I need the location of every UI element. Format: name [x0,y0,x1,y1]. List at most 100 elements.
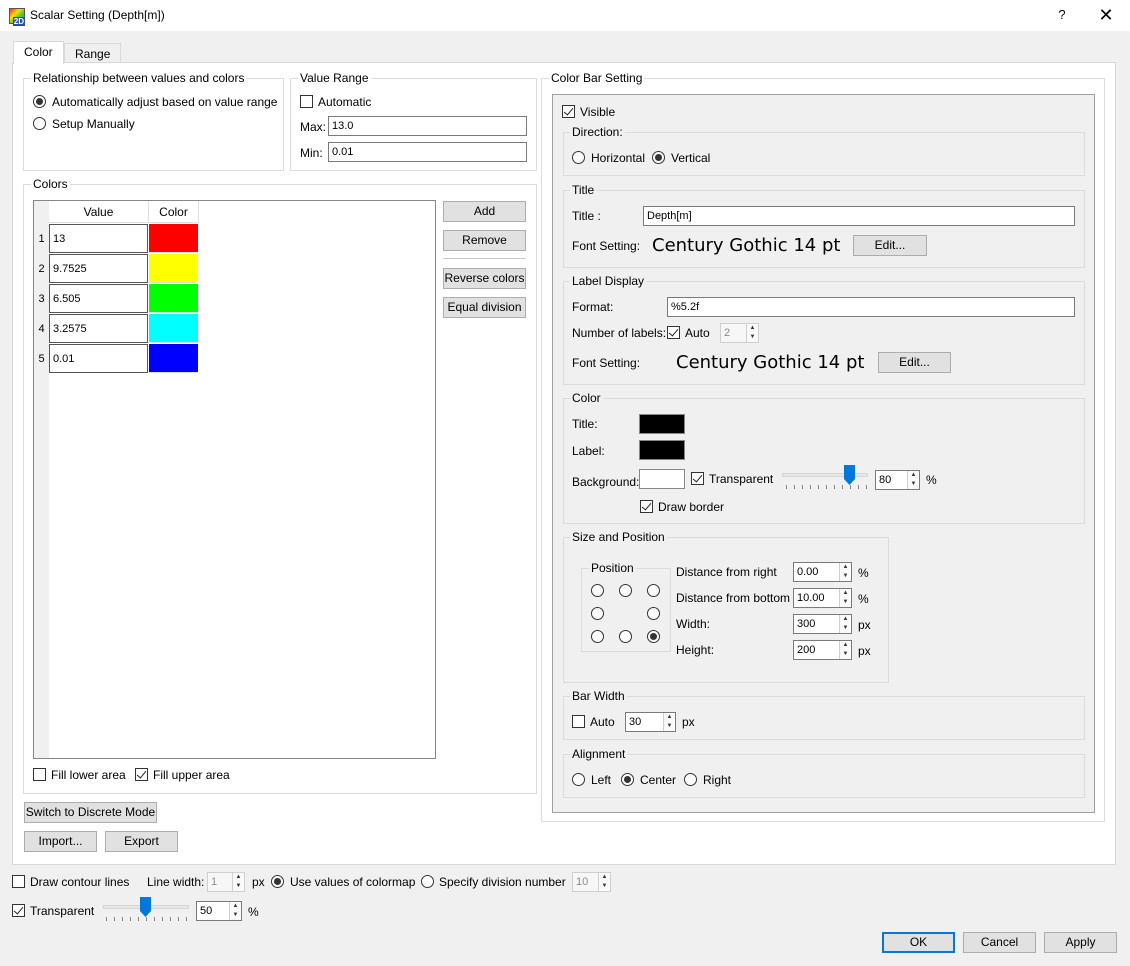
reverse-colors-button[interactable]: Reverse colors [443,268,526,289]
row-value-cell[interactable]: 3.2575 [49,314,148,343]
background-color-swatch[interactable] [639,469,685,489]
title-color-swatch[interactable] [639,414,685,434]
title-group [563,190,1085,268]
slider-tick [114,917,115,921]
row-index: 3 [38,293,45,305]
width-spinner[interactable]: ▲ ▼ [839,615,851,633]
vertical-label: Vertical [671,151,711,165]
help-button[interactable]: ? [1052,4,1072,26]
bar-width-auto-checkbox[interactable] [572,715,585,728]
transparent-checkbox[interactable] [12,904,25,917]
import-button[interactable]: Import... [24,831,97,852]
align-center-radio[interactable] [621,773,634,786]
row-value-cell[interactable]: 6.505 [49,284,148,313]
position-top-right-radio[interactable] [647,584,660,597]
row-color-cell[interactable] [149,284,198,313]
position-bottom-left-radio[interactable] [591,630,604,643]
visible-checkbox[interactable] [562,105,575,118]
height-spinner[interactable]: ▲ ▼ [839,641,851,659]
dist-bottom-spinner[interactable]: ▲ ▼ [839,589,851,607]
num-labels-auto-label: Auto [685,326,710,340]
cancel-button[interactable]: Cancel [963,932,1036,953]
row-color-cell[interactable] [149,314,198,343]
contour-lines-checkbox[interactable] [12,875,25,888]
label-font-label: Font Setting: [572,356,641,370]
transparency-spinner[interactable]: ▲ ▼ [229,902,241,920]
row-value-cell[interactable]: 0.01 [49,344,148,373]
format-input[interactable]: %5.2f [667,297,1075,317]
value-column-header[interactable]: Value [49,201,149,223]
colors-title: Colors [31,177,70,191]
row-index: 2 [38,263,45,275]
tab-color[interactable]: Color [13,41,64,64]
transparency-thumb[interactable] [140,897,151,917]
position-middle-right-radio[interactable] [647,607,660,620]
line-width-spinner[interactable]: ▲ ▼ [232,873,244,891]
equal-division-button[interactable]: Equal division [443,297,526,318]
min-input[interactable]: 0.01 [328,142,527,162]
align-left-radio[interactable] [572,773,585,786]
dist-right-spinner[interactable]: ▲ ▼ [839,563,851,581]
row-value-cell[interactable]: 13 [49,224,148,253]
color-column-header[interactable]: Color [149,201,199,223]
title-font-edit-button[interactable]: Edit... [853,235,927,256]
row-color-cell[interactable] [149,254,198,283]
draw-border-checkbox[interactable] [640,500,653,513]
fill-lower-checkbox[interactable] [33,768,46,781]
auto-adjust-radio[interactable] [33,95,46,108]
num-labels-spinner[interactable]: ▲ ▼ [746,324,758,342]
division-number-spinner[interactable]: ▲ ▼ [598,873,610,891]
use-colormap-radio[interactable] [271,875,284,888]
position-middle-left-radio[interactable] [591,607,604,620]
vertical-radio[interactable] [652,151,665,164]
setup-manually-radio[interactable] [33,117,46,130]
horizontal-radio[interactable] [572,151,585,164]
export-button[interactable]: Export [105,831,178,852]
remove-button[interactable]: Remove [443,230,526,251]
row-color-cell[interactable] [149,344,198,373]
specify-division-label: Specify division number [439,875,566,889]
colorbar-transparency-spinner[interactable]: ▲ ▼ [907,471,919,489]
title-input[interactable]: Depth[m] [643,206,1075,226]
label-color-swatch[interactable] [639,440,685,460]
num-labels-label: Number of labels: [572,326,667,340]
fill-upper-label: Fill upper area [153,768,230,782]
title-bar [0,0,1130,31]
app-icon: 2D [9,8,25,26]
colorbar-slider-ticks [786,485,867,491]
draw-border-label: Draw border [658,500,725,514]
position-bottom-right-radio[interactable] [647,630,660,643]
position-top-center-radio[interactable] [619,584,632,597]
align-right-radio[interactable] [684,773,697,786]
add-button[interactable]: Add [443,201,526,222]
fill-upper-checkbox[interactable] [135,768,148,781]
row-color-cell[interactable] [149,224,198,253]
dist-bottom-label: Distance from bottom [676,591,791,605]
automatic-checkbox[interactable] [300,95,313,108]
slider-tick [106,917,107,921]
position-top-left-radio[interactable] [591,584,604,597]
slider-tick [842,485,843,489]
format-label: Format: [572,300,614,314]
discrete-mode-button[interactable]: Switch to Discrete Mode [24,802,157,823]
apply-button[interactable]: Apply [1044,932,1117,953]
position-bottom-center-radio[interactable] [619,630,632,643]
colorbar-transparent-label: Transparent [709,472,774,486]
bar-width-unit: px [682,715,695,729]
align-left-label: Left [591,773,612,787]
slider-tick [170,917,171,921]
colorbar-transparency-track[interactable] [782,473,868,477]
relationship-title: Relationship between values and colors [31,71,247,85]
background-color-label: Background: [572,475,640,489]
max-input[interactable]: 13.0 [328,116,527,136]
label-font-edit-button[interactable]: Edit... [878,352,951,373]
close-button[interactable]: ✕ [1094,4,1118,26]
ok-button[interactable]: OK [882,932,955,953]
num-labels-auto-checkbox[interactable] [667,326,680,339]
tab-range[interactable]: Range [64,43,122,64]
row-value-cell[interactable]: 9.7525 [49,254,148,283]
specify-division-radio[interactable] [421,875,434,888]
bar-width-spinner[interactable]: ▲ ▼ [663,713,675,731]
slider-tick [162,917,163,921]
colorbar-transparent-checkbox[interactable] [691,472,704,485]
